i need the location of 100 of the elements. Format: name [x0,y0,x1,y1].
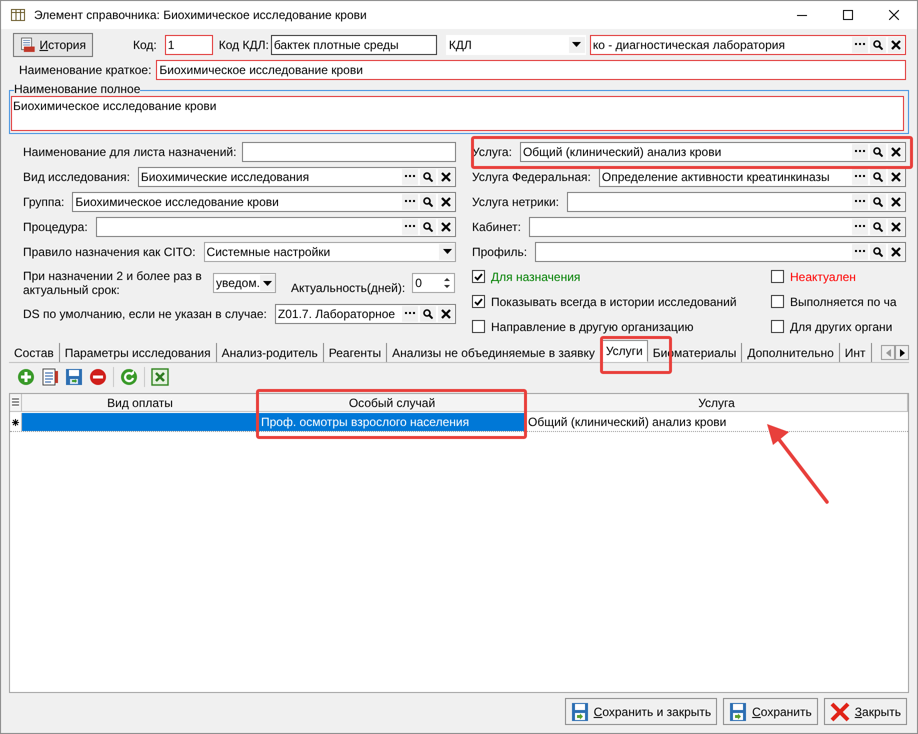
column-header[interactable]: Услуга [526,394,908,411]
clear-button[interactable] [438,168,454,184]
search-icon [423,222,433,232]
tab[interactable]: Услуги [600,340,648,362]
checkbox[interactable] [771,270,784,283]
dropdown-field[interactable]: КДЛ [446,34,586,54]
clear-button[interactable] [438,194,454,210]
table-cell-text: Общий (клинический) анализ крови [527,414,728,431]
browse-button[interactable] [402,194,418,210]
save-icon [570,702,589,722]
text-area[interactable]: Биохимическое исследование крови [11,96,904,131]
lookup-field[interactable]: ко - диагностическая лаборатория [590,34,906,54]
checkbox-label: Неактуален [790,268,856,286]
search-button[interactable] [870,168,886,184]
browse-button[interactable] [402,168,418,184]
close-icon [891,222,901,232]
clear-button[interactable] [888,218,904,234]
search-button[interactable] [420,306,436,322]
tab[interactable]: Инт [840,343,872,362]
search-button[interactable] [420,168,436,184]
checkbox-label: Выполняется по ча [790,294,897,310]
spreadsheet-icon[interactable] [151,368,169,386]
lookup-field[interactable]: Z01.7. Лабораторное [274,304,456,324]
field-label: Наименование краткое: [19,62,152,79]
table-row[interactable]: Проф. осмотры взрослого населения Общий (клинический) анализ крови [10,413,908,432]
field-label: Услуга нетрики: [472,194,560,210]
clear-button[interactable] [888,244,904,260]
browse-button[interactable] [852,244,868,260]
lookup-field[interactable] [96,216,456,236]
column-header[interactable]: Вид оплаты [22,394,259,411]
browse-button[interactable] [852,144,868,160]
close-icon [889,10,899,20]
tab[interactable]: Анализы не объединяемые в заявку [387,343,601,362]
checkbox[interactable] [472,270,485,283]
search-button[interactable] [870,194,886,210]
tab[interactable]: Параметры исследования [60,343,217,362]
more-icon [405,312,415,315]
checkbox[interactable] [771,320,784,333]
clear-button[interactable] [888,144,904,160]
input-field[interactable] [242,142,456,162]
search-icon [873,172,883,182]
field-label: DS по умолчанию, если не указан в случае: [23,306,267,322]
delete-icon[interactable] [89,368,107,386]
input-field[interactable]: 1 [164,34,213,54]
checkbox[interactable] [472,320,485,333]
lookup-field[interactable] [567,192,906,212]
lookup-field[interactable]: Биохимическое исследование крови [72,192,456,212]
browse-button[interactable] [852,194,868,210]
more-icon [855,175,865,178]
more-icon [855,200,865,203]
tab[interactable]: Анализ-родитель [216,343,324,362]
refresh-icon[interactable] [120,368,138,386]
input-field[interactable]: бактек плотные среды [270,34,437,54]
browse-button[interactable] [852,168,868,184]
number-spinner[interactable]: 0 [412,273,456,293]
scroll-right-button[interactable] [895,345,909,360]
field-label: Актуальность(дней): [291,280,406,297]
history-button[interactable]: История [13,32,93,56]
lookup-field[interactable] [528,216,906,236]
browse-button[interactable] [402,306,418,322]
input-field[interactable]: Биохимическое исследование крови [156,60,906,80]
dropdown-field[interactable]: Системные настройки [204,242,456,262]
lookup-field[interactable] [535,242,906,262]
footer-button[interactable]: Закрыть [824,698,907,725]
clear-button[interactable] [888,168,904,184]
checkbox[interactable] [771,295,784,308]
browse-button[interactable] [402,218,418,234]
footer-button[interactable]: Сохранить [723,698,818,725]
search-button[interactable] [870,144,886,160]
checkbox[interactable] [472,295,485,308]
browse-button[interactable] [852,218,868,234]
log-icon [20,34,36,54]
tab[interactable]: Реагенты [324,343,388,362]
tab[interactable]: Состав [9,343,60,362]
search-icon [873,40,883,50]
close-icon [441,172,451,182]
column-header[interactable]: Особый случай [259,394,526,411]
lookup-field[interactable]: Общий (клинический) анализ крови [520,142,906,162]
search-button[interactable] [420,194,436,210]
more-icon [405,175,415,178]
left-arrow-icon [886,348,890,356]
save-icon[interactable] [65,368,83,386]
search-button[interactable] [870,218,886,234]
clear-button[interactable] [438,218,454,234]
column-menu-icon[interactable] [10,394,22,411]
close-icon [891,246,901,256]
document-icon[interactable] [41,368,59,386]
clear-button[interactable] [438,306,454,322]
search-button[interactable] [870,36,886,52]
add-icon[interactable] [17,368,35,386]
clear-button[interactable] [888,36,904,52]
search-button[interactable] [870,244,886,260]
search-button[interactable] [420,218,436,234]
lookup-field[interactable]: Биохимические исследования [138,166,456,186]
close-icon [441,308,451,318]
footer-button[interactable]: Сохранить и закрыть [564,698,718,725]
clear-button[interactable] [888,194,904,210]
dropdown-field[interactable]: уведом. [213,273,276,293]
tab[interactable]: Дополнительно [742,343,840,362]
browse-button[interactable] [852,36,868,52]
